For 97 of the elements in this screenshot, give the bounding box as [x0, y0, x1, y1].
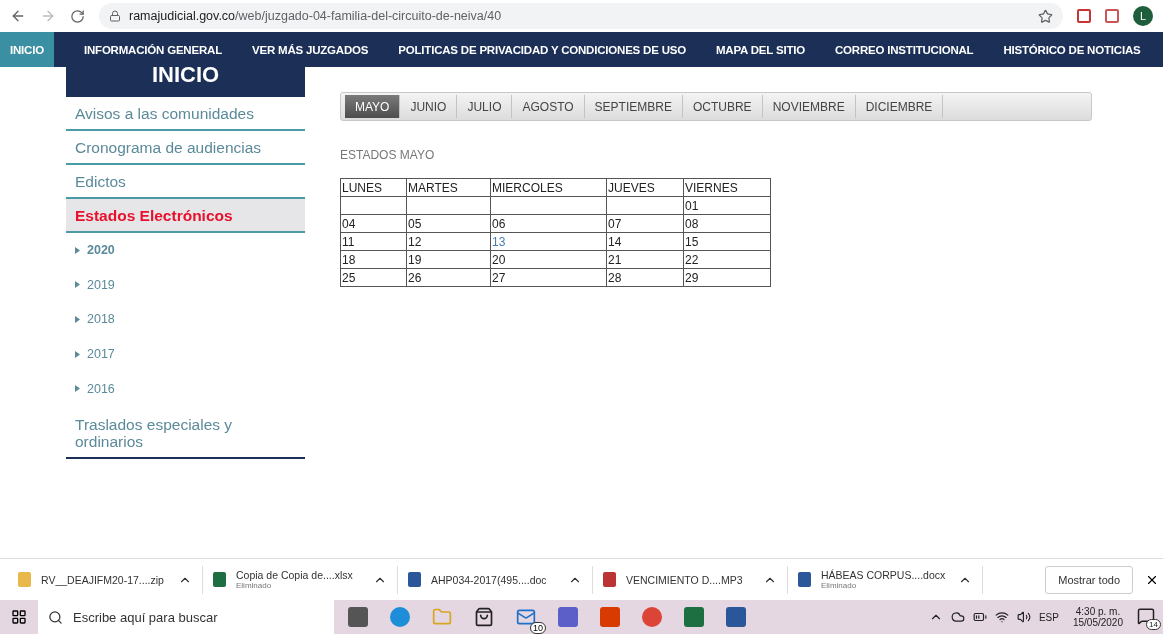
date-text: 11 [342, 234, 355, 249]
nav-link[interactable]: MAPA DEL SITIO [700, 32, 820, 67]
column-header: LUNES [340, 178, 407, 197]
taskbar-search-field[interactable]: Escribe aquí para buscar [38, 600, 334, 634]
extension-icon[interactable] [1077, 9, 1091, 23]
triangle-icon [75, 350, 80, 358]
year-link[interactable]: 2020 [66, 233, 305, 268]
nav-link[interactable]: CORREO INSTITUCIONAL [819, 32, 989, 67]
column-header: VIERNES [683, 178, 771, 197]
file-name: AHP034-2017(495....doc [431, 573, 548, 586]
date-text: 25 [342, 270, 356, 285]
profile-avatar[interactable]: L [1133, 6, 1153, 26]
date-text: 20 [492, 252, 506, 267]
speaker-icon[interactable] [1016, 610, 1031, 624]
month-tab[interactable]: DICIEMBRE [855, 95, 944, 118]
year-link[interactable]: 2016 [66, 371, 305, 406]
date-text: 07 [608, 216, 622, 231]
battery-icon[interactable] [972, 610, 987, 624]
month-tab[interactable]: NOVIEMBRE [762, 95, 856, 118]
download-item[interactable]: VENCIMIENTO D....MP3 [593, 565, 788, 594]
file-name: VENCIMIENTO D....MP3 [626, 573, 744, 586]
month-tab[interactable]: JUNIO [400, 95, 458, 118]
clock[interactable]: 4:30 p. m. 15/05/2020 [1066, 606, 1129, 628]
sidebar-item[interactable]: Cronograma de audiencias [66, 131, 305, 165]
sidebar-header: INICIO [66, 67, 305, 97]
nav-link[interactable]: VER MÁS JUZGADOS [237, 32, 384, 67]
sidebar-item[interactable]: Traslados especiales y ordinarios [66, 405, 305, 459]
mail-badge: 10 [530, 622, 546, 634]
file-icon [408, 572, 421, 587]
search-icon [48, 609, 63, 625]
month-tab[interactable]: MAYO [345, 95, 401, 118]
file-name: RV__DEAJIFM20-17....zip [41, 573, 165, 586]
windows-start-icon[interactable] [11, 609, 27, 625]
store-bag-icon[interactable] [474, 607, 494, 627]
date-text: 01 [685, 198, 699, 213]
download-status: Eliminado [236, 581, 273, 590]
date-text: 27 [492, 270, 506, 285]
address-bar[interactable]: ramajudicial.gov.co/web/juzgado-04-familia-del-circuito-de-neiva/40 [99, 3, 1063, 29]
month-tab[interactable]: AGOSTO [512, 95, 585, 118]
date-text: 26 [408, 270, 422, 285]
bookmark-star-icon[interactable] [1038, 8, 1053, 24]
date-text: 21 [608, 252, 622, 267]
wifi-icon[interactable] [994, 610, 1009, 624]
triangle-icon [75, 316, 80, 323]
nav-link[interactable]: INFORMACIÓN GENERAL [68, 32, 237, 67]
file-name: Copia de Copia de....xlsx [236, 569, 354, 581]
reload-icon[interactable] [70, 8, 85, 24]
triangle-icon [75, 246, 80, 254]
year-link[interactable]: 2017 [66, 336, 305, 372]
cloud-icon[interactable] [950, 610, 965, 624]
search-placeholder: Escribe aquí para buscar [73, 609, 218, 625]
column-header: MIERCOLES [490, 178, 607, 197]
year-link[interactable]: 2019 [66, 267, 305, 303]
triangle-icon [75, 281, 80, 289]
date-text: 05 [408, 216, 422, 231]
mail-icon[interactable] [516, 607, 536, 627]
date-text: 29 [685, 270, 699, 285]
date-link[interactable]: 13 [492, 234, 506, 249]
download-item[interactable]: AHP034-2017(495....doc [398, 565, 593, 594]
download-item[interactable]: HÁBEAS CORPUS....docx Eliminado [788, 565, 983, 594]
file-icon [18, 572, 31, 587]
url-text: ramajudicial.gov.co/web/juzgado-04-familia-del-circuito-de-neiva/40 [129, 9, 502, 23]
download-item[interactable]: RV__DEAJIFM20-17....zip [8, 565, 203, 594]
nav-link[interactable]: HISTÓRICO DE NOTICIAS [988, 32, 1156, 67]
column-header: JUEVES [606, 178, 684, 197]
back-icon[interactable] [10, 8, 26, 24]
nav-link[interactable]: INICIO [0, 32, 54, 67]
date-text: 12 [408, 234, 422, 249]
column-header: MARTES [406, 178, 491, 197]
show-all-button[interactable]: Mostrar todo [1045, 565, 1133, 594]
notification-count: 14 [1146, 619, 1161, 630]
download-item[interactable]: Copia de Copia de....xlsx Eliminado [203, 565, 398, 594]
date-text: 04 [342, 216, 356, 231]
date-text: 22 [685, 252, 699, 267]
month-tab[interactable]: SEPTIEMBRE [584, 95, 683, 118]
date-text: 14 [608, 234, 622, 249]
sidebar-item[interactable]: Estados Electrónicos [66, 199, 305, 233]
language-indicator[interactable]: ESP [1038, 611, 1059, 623]
month-tab[interactable]: OCTUBRE [682, 95, 763, 118]
date-text: 18 [342, 252, 356, 267]
date-text: 08 [685, 216, 699, 231]
month-tab[interactable]: JULIO [457, 95, 513, 118]
download-status: Eliminado [821, 581, 858, 590]
triangle-icon [75, 385, 80, 393]
file-icon [603, 572, 616, 587]
sidebar-item[interactable]: Avisos a las comunidades [66, 97, 305, 131]
year-link[interactable]: 2018 [66, 302, 305, 337]
lock-icon [109, 10, 121, 22]
date-text: 19 [408, 252, 422, 267]
file-icon [213, 572, 226, 587]
date-text: 06 [492, 216, 506, 231]
file-name: HÁBEAS CORPUS....docx [821, 569, 947, 581]
file-icon [798, 572, 811, 587]
section-title: ESTADOS MAYO [340, 148, 436, 162]
date-text: 28 [608, 270, 622, 285]
date-text: 15 [685, 234, 699, 249]
nav-link[interactable]: POLITICAS DE PRIVACIDAD Y CONDICIONES DE USO [383, 32, 701, 67]
